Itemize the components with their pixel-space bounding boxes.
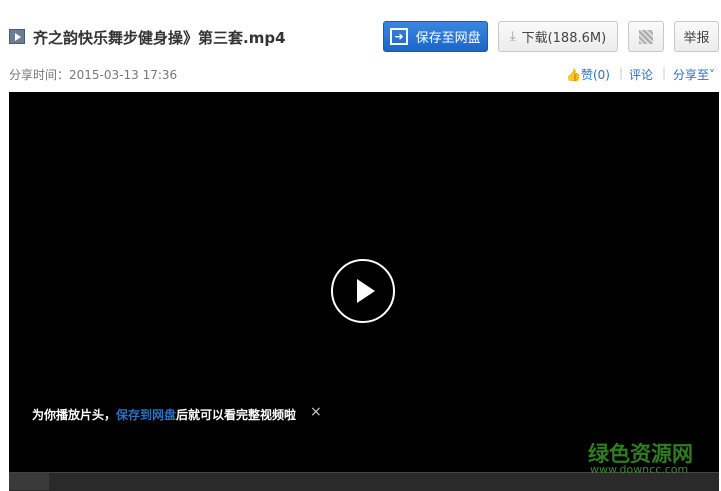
qr-code-button[interactable] <box>628 21 664 52</box>
like-label: 赞(0) <box>580 68 610 82</box>
share-time-label: 分享时间： <box>9 68 70 82</box>
chevron-down-icon: ˅ <box>709 68 716 82</box>
page-title: 齐之韵快乐舞步健身操》第三套.mp4 <box>33 29 286 47</box>
control-play-button[interactable] <box>9 473 49 490</box>
like-button[interactable]: 👍赞(0) <box>566 66 610 83</box>
preview-notice: 为你播放片头，保存到网盘后就可以看完整视频啦 <box>32 406 296 423</box>
save-to-cloud-button[interactable]: ➜ 保存至网盘 <box>383 21 488 52</box>
save-to-cloud-link[interactable]: 保存到网盘 <box>116 408 176 422</box>
share-time-value: 2015-03-13 17:36 <box>69 68 178 82</box>
notice-text: 为你播放片头， <box>32 408 117 422</box>
download-button[interactable]: ⤓ 下载(188.6M) <box>498 21 618 52</box>
video-file-icon <box>9 29 25 44</box>
report-button[interactable]: 举报 <box>674 21 719 52</box>
share-label: 分享至 <box>673 68 710 82</box>
comment-link[interactable]: 评论 <box>629 66 653 83</box>
save-icon: ➜ <box>390 28 408 45</box>
download-icon: ⤓ <box>509 29 516 44</box>
divider: | <box>619 66 624 80</box>
share-time: 分享时间：2015-03-13 17:36 <box>9 66 177 83</box>
close-notice-icon[interactable]: × <box>310 404 322 420</box>
download-label: 下载(188.6M) <box>521 31 607 46</box>
qr-code-icon <box>639 29 653 44</box>
save-label: 保存至网盘 <box>415 31 481 46</box>
thumbs-up-icon: 👍 <box>566 68 581 82</box>
watermark-url: www.downcc.com <box>590 463 689 476</box>
share-dropdown[interactable]: 分享至˅ <box>673 66 715 83</box>
divider: | <box>662 66 667 80</box>
play-button[interactable] <box>331 259 395 323</box>
notice-text-suffix: 后就可以看完整视频啦 <box>176 408 297 422</box>
